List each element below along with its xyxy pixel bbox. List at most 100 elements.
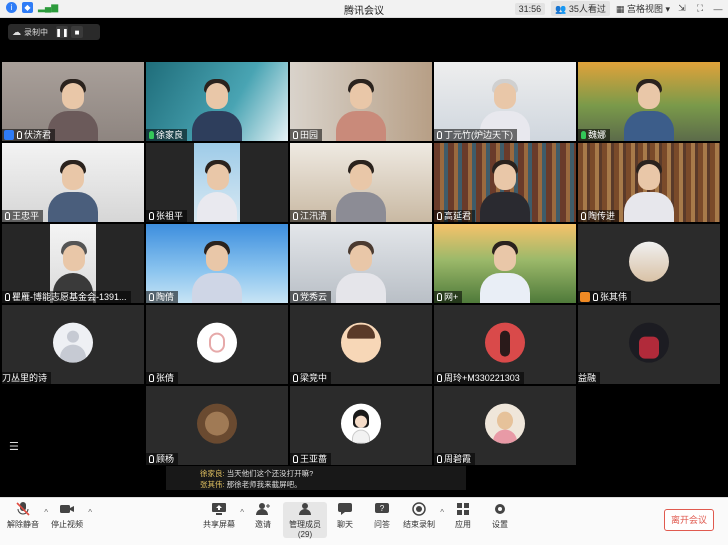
- video-tile[interactable]: 益融: [578, 305, 720, 384]
- microphone-icon: [593, 293, 598, 301]
- participant-name-bar: 益融: [578, 372, 601, 384]
- qa-label: 问答: [374, 520, 390, 529]
- participant-name: 高延君: [444, 211, 472, 221]
- video-tile[interactable]: 顾杨: [146, 386, 288, 465]
- participant-name: 刀丛里的诗: [2, 373, 48, 383]
- avatar: [485, 322, 525, 363]
- end-recording-button[interactable]: 结束录制 ^: [396, 502, 444, 530]
- manage-members-button[interactable]: 管理成员(29): [283, 502, 327, 539]
- participant-name-bar: 瞿雁-博能志愿基金会-1391...: [2, 291, 131, 303]
- cloud-icon: ☁: [12, 26, 21, 37]
- view-mode-label: 宫格视图: [626, 4, 663, 14]
- participant-name: 周玲+M330221303: [444, 373, 520, 383]
- avatar: [197, 322, 237, 363]
- share-screen-icon: [212, 503, 226, 515]
- video-tile[interactable]: 瞿雁-博能志愿基金会-1391...: [2, 224, 144, 303]
- microphone-icon: [293, 374, 298, 382]
- video-tile[interactable]: 丁元竹(炉边天下): [434, 62, 576, 141]
- add-user-icon: [256, 503, 270, 515]
- participant-name: 魏娜: [588, 130, 607, 140]
- video-tile[interactable]: 梁竞中: [290, 305, 432, 384]
- participant-name: 张祖平: [156, 211, 184, 221]
- avatar: [485, 403, 525, 444]
- chat-message: 徐家良: 当天他们这个还没打开嘛?: [200, 468, 466, 479]
- video-tile[interactable]: 党秀云: [290, 224, 432, 303]
- microphone-icon: [437, 374, 442, 382]
- chat-text: 当天他们这个还没打开嘛?: [226, 469, 314, 478]
- record-icon: [412, 502, 426, 516]
- fullscreen-icon[interactable]: ⛶: [694, 3, 706, 14]
- svg-text:?: ?: [380, 504, 385, 513]
- participant-name: 丁元竹(炉边天下): [444, 130, 513, 140]
- avatar: [197, 403, 237, 444]
- participant-name: 党秀云: [300, 292, 328, 302]
- video-tile[interactable]: 陶倩: [146, 224, 288, 303]
- participant-name: 伏济君: [24, 130, 52, 140]
- apps-grid-icon: [457, 503, 469, 515]
- video-tile[interactable]: 刀丛里的诗: [2, 305, 144, 384]
- video-tile[interactable]: 伏济君: [2, 62, 144, 141]
- pause-recording-button[interactable]: ❚❚: [55, 26, 69, 38]
- microphone-icon: [437, 131, 442, 139]
- avatar: [629, 322, 669, 363]
- video-tile[interactable]: 网+: [434, 224, 576, 303]
- view-mode-button[interactable]: ▦ 宫格视图 ▾: [616, 2, 670, 15]
- chat-sender: 徐家良:: [200, 469, 225, 478]
- avatar: [341, 403, 381, 444]
- minimize-button[interactable]: —: [712, 4, 724, 14]
- video-tile[interactable]: 陶传进: [578, 143, 720, 222]
- microphone-icon: [437, 455, 442, 463]
- recording-label: 录制中: [24, 27, 48, 37]
- video-tile[interactable]: 高延君: [434, 143, 576, 222]
- chevron-up-icon[interactable]: ^: [88, 508, 92, 517]
- title-bar: i ◆ ▂▄▆ 腾讯会议 31:56 👥 35人看过 ▦ 宫格视图 ▾ ⇲ ⛶ …: [0, 0, 728, 18]
- participant-name-bar: 陶传进: [578, 210, 620, 222]
- stop-video-label: 停止视频: [51, 520, 83, 529]
- video-tile[interactable]: 魏娜: [578, 62, 720, 141]
- microphone-icon: [437, 212, 442, 220]
- manage-members-label: 管理成员(29): [289, 520, 321, 539]
- viewers-button[interactable]: 👥 35人看过: [551, 1, 610, 16]
- participant-name-bar: 顾杨: [146, 453, 179, 465]
- participant-name-bar: 伏济君: [2, 129, 56, 141]
- member-list-toggle-icon[interactable]: ☰: [9, 440, 19, 453]
- stop-recording-button[interactable]: ■: [71, 26, 83, 38]
- question-icon: ?: [375, 503, 389, 513]
- members-icon: [299, 503, 311, 515]
- video-tile[interactable]: 周玲+M330221303: [434, 305, 576, 384]
- participant-name: 徐家良: [156, 130, 184, 140]
- video-tile[interactable]: 张祖平: [146, 143, 288, 222]
- microphone-icon: [149, 131, 154, 139]
- video-tile[interactable]: 王忠平: [2, 143, 144, 222]
- participant-name-bar: 网+: [434, 291, 463, 303]
- video-tile[interactable]: 江汛清: [290, 143, 432, 222]
- recording-indicator: ☁ 录制中 ❚❚ ■: [8, 24, 100, 40]
- share-screen-button[interactable]: 共享屏幕 ^: [196, 502, 244, 530]
- pin-icon[interactable]: ⇲: [676, 3, 688, 14]
- avatar: [341, 322, 381, 363]
- video-tile[interactable]: 田园: [290, 62, 432, 141]
- end-recording-label: 结束录制: [403, 520, 435, 529]
- video-tile[interactable]: 张倩: [146, 305, 288, 384]
- video-tile[interactable]: 周碧霞: [434, 386, 576, 465]
- chat-icon: [338, 503, 352, 515]
- participant-name: 瞿雁-博能志愿基金会-1391...: [12, 292, 127, 302]
- participant-name: 江汛清: [300, 211, 328, 221]
- microphone-icon: [581, 131, 586, 139]
- unmute-button[interactable]: 解除静音 ^: [0, 502, 48, 530]
- invite-button[interactable]: 邀请: [240, 502, 286, 530]
- settings-label: 设置: [492, 520, 508, 529]
- participant-name-bar: 高延君: [434, 210, 476, 222]
- share-screen-label: 共享屏幕: [203, 520, 235, 529]
- microphone-icon: [293, 455, 298, 463]
- participant-name-bar: 刀丛里的诗: [2, 372, 52, 384]
- settings-button[interactable]: 设置: [477, 502, 523, 530]
- video-tile[interactable]: 张其伟: [578, 224, 720, 303]
- stop-video-button[interactable]: 停止视频 ^: [44, 502, 92, 530]
- leave-meeting-button[interactable]: 离开会议: [664, 509, 714, 531]
- viewers-label: 35人看过: [568, 4, 606, 14]
- video-tile[interactable]: 王亚蔷: [290, 386, 432, 465]
- participant-name-bar: 梁竞中: [290, 372, 332, 384]
- video-tile[interactable]: 徐家良: [146, 62, 288, 141]
- people-icon: 👥: [555, 4, 567, 14]
